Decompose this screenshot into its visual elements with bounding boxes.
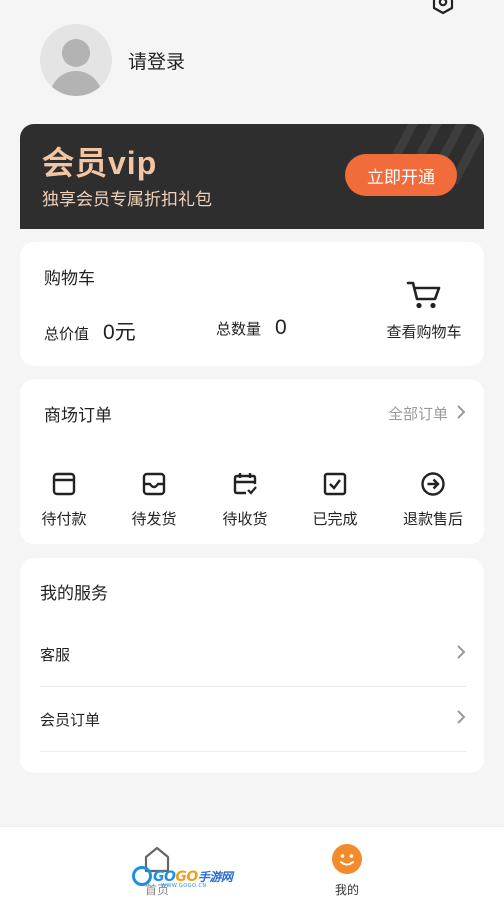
services-title: 我的服务 [40, 584, 108, 603]
total-price-label: 总价值 [44, 326, 90, 343]
all-orders-link[interactable]: 全部订单 [388, 403, 466, 424]
watermark-url: WWW.GOGO.CN [161, 883, 207, 889]
order-status-label: 待付款 [41, 511, 87, 528]
order-status-label: 已完成 [312, 511, 358, 528]
services-card: 我的服务 客服 会员订单 [20, 558, 484, 773]
cart-total-price: 总价值 0元 [44, 316, 136, 346]
order-status-label: 退款售后 [402, 511, 463, 528]
cart-title: 购物车 [44, 269, 95, 288]
checkbox-icon [322, 471, 348, 502]
profile-header[interactable]: 请登录 [40, 24, 185, 96]
order-status-refund[interactable]: 退款售后 [388, 471, 478, 529]
avatar-head [62, 39, 90, 67]
order-status-label: 待发货 [131, 511, 177, 528]
chevron-right-icon [456, 709, 466, 730]
service-item-label: 会员订单 [40, 711, 101, 729]
view-cart-label: 查看购物车 [386, 324, 462, 341]
vip-title: 会员vip [42, 145, 158, 181]
tab-mine-label: 我的 [334, 883, 359, 897]
watermark-circle [132, 866, 152, 886]
bottom-tab-bar: 首页 我的 [0, 826, 504, 898]
arrow-circle-icon [420, 471, 446, 502]
view-cart-button[interactable]: 查看购物车 [382, 280, 466, 342]
calendar-check-icon [232, 471, 258, 502]
service-item-customer-service[interactable]: 客服 [40, 622, 466, 687]
chevron-right-icon [456, 644, 466, 665]
vip-banner[interactable]: 会员vip 独享会员专属折扣礼包 立即开通 [20, 124, 484, 229]
all-orders-label: 全部订单 [387, 406, 448, 423]
inbox-icon [141, 471, 167, 502]
cart-icon [406, 280, 442, 315]
order-status-pending-payment[interactable]: 待付款 [19, 471, 109, 529]
vip-open-button[interactable]: 立即开通 [345, 154, 457, 196]
order-status-pending-receipt[interactable]: 待收货 [200, 471, 290, 529]
order-status-pending-shipment[interactable]: 待发货 [109, 471, 199, 529]
orders-card: 商场订单 全部订单 待付款 待发货 待收货 已完成 退款售后 [20, 379, 484, 544]
service-item-member-orders[interactable]: 会员订单 [40, 687, 466, 752]
order-status-completed[interactable]: 已完成 [290, 471, 380, 529]
total-count-label: 总数量 [216, 321, 262, 338]
total-count-value: 0 [275, 316, 287, 339]
orders-title: 商场订单 [44, 406, 112, 425]
settings-button[interactable] [429, 0, 457, 18]
avatar[interactable] [40, 24, 112, 96]
tab-mine[interactable]: 我的 [287, 827, 407, 898]
service-item-label: 客服 [40, 646, 71, 664]
shield-gear-icon [430, 0, 456, 20]
total-price-value: 0元 [103, 321, 136, 344]
order-status-label: 待收货 [222, 511, 268, 528]
cart-total-count: 总数量 0 [216, 316, 287, 340]
login-link[interactable]: 请登录 [128, 47, 185, 74]
wallet-icon [51, 471, 77, 502]
vip-subtitle: 独享会员专属折扣礼包 [42, 190, 212, 209]
cart-card: 购物车 总价值 0元 总数量 0 查看购物车 [20, 242, 484, 366]
smile-icon [331, 843, 363, 875]
watermark-text: GOGO手游网 [153, 868, 233, 885]
avatar-body [50, 71, 102, 96]
chevron-right-icon [456, 404, 466, 424]
